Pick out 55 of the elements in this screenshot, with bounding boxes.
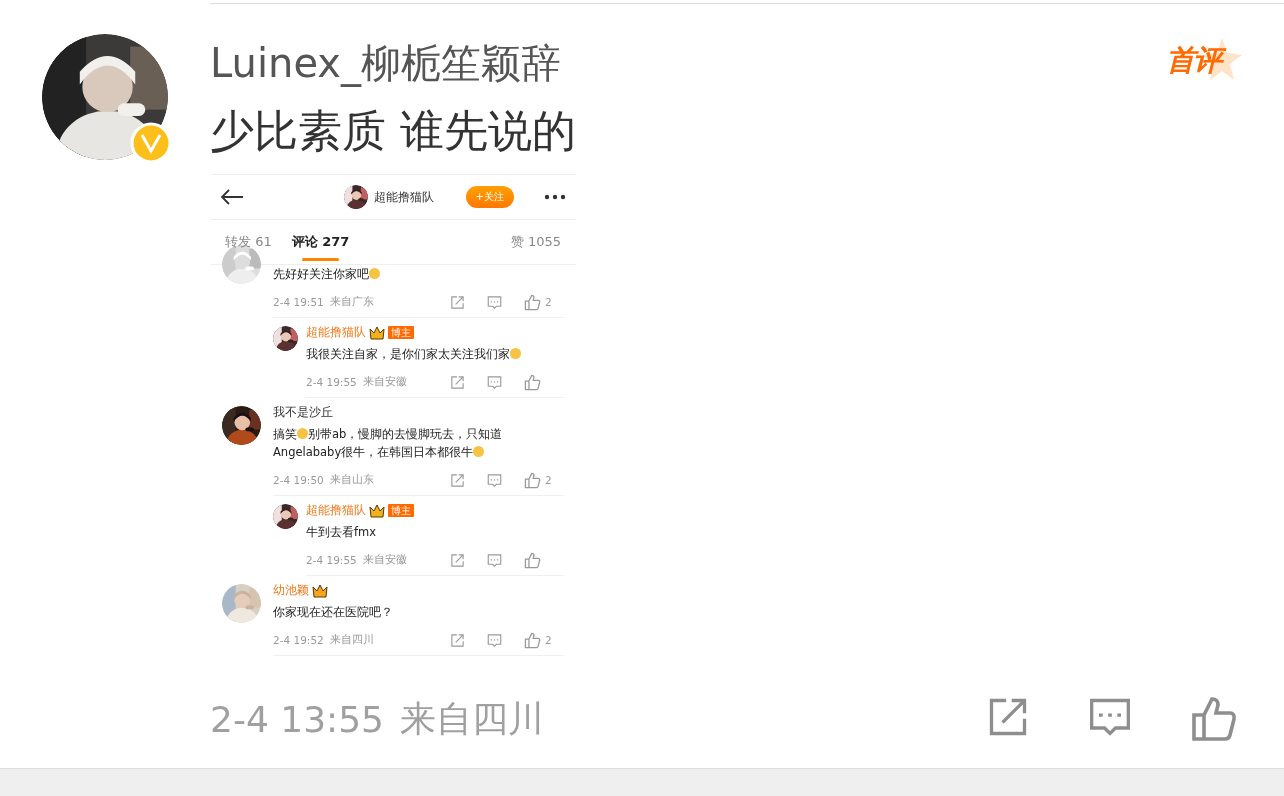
location-text: 来自广东 xyxy=(329,295,374,309)
role-badge: 博主 xyxy=(388,326,414,339)
emoji-icon xyxy=(369,268,380,279)
timestamp: 2-4 19:51 xyxy=(273,296,324,308)
tab[interactable]: 转发 61 xyxy=(225,220,272,264)
like-icon[interactable] xyxy=(524,471,541,489)
timestamp: 2-4 19:55 xyxy=(306,554,357,566)
tab[interactable]: 评论 277 xyxy=(291,220,350,264)
like-icon[interactable] xyxy=(524,293,541,311)
like-count: 2 xyxy=(545,296,552,308)
user-name[interactable]: 超能撸猫队 xyxy=(306,502,366,519)
emoji-icon xyxy=(510,348,521,359)
like-icon[interactable] xyxy=(524,631,541,649)
comment-text: 你家现在还在医院吧？ xyxy=(273,604,394,621)
location-text: 来自安徽 xyxy=(362,553,407,567)
location-text: 来自山东 xyxy=(329,473,374,487)
comment-icon[interactable] xyxy=(487,294,502,310)
user-name[interactable]: 超能撸猫队 xyxy=(306,324,366,341)
comment-text: 先好好关注你家吧 xyxy=(273,265,564,283)
like-count: 2 xyxy=(545,634,552,646)
like-icon[interactable] xyxy=(524,551,541,569)
back-arrow-icon[interactable] xyxy=(220,189,244,205)
user-name[interactable]: Luinex_柳栀笙颖辞 xyxy=(210,36,561,90)
like-icon[interactable] xyxy=(1190,695,1238,743)
share-icon[interactable] xyxy=(450,294,465,310)
comment-icon[interactable] xyxy=(487,472,502,488)
follow-button[interactable]: +关注 xyxy=(465,186,514,208)
share-icon[interactable] xyxy=(450,552,465,568)
emoji-icon xyxy=(297,428,308,439)
location-text: 来自四川 xyxy=(400,696,544,741)
comment-text: 我很关注自家，是你们家太关注我们家 xyxy=(306,345,564,363)
share-icon[interactable] xyxy=(450,632,465,648)
more-icon[interactable] xyxy=(544,194,566,200)
user-name[interactable]: 我不是沙丘 xyxy=(273,404,333,421)
timestamp: 2-4 19:55 xyxy=(306,376,357,388)
share-icon[interactable] xyxy=(450,472,465,488)
share-icon[interactable] xyxy=(450,374,465,390)
user-name[interactable]: 幼池颖 xyxy=(273,582,309,599)
like-count: 2 xyxy=(545,474,552,486)
account-name[interactable]: 超能撸猫队 xyxy=(374,188,434,206)
comment-text: 牛到去看fmx xyxy=(306,524,378,541)
comment-icon[interactable] xyxy=(487,632,502,648)
comment-icon[interactable] xyxy=(487,374,502,390)
like-icon[interactable] xyxy=(524,373,541,391)
timestamp: 2-4 19:52 xyxy=(273,634,324,646)
comment-text: 少比素质 谁先说的 xyxy=(210,104,577,158)
timestamp: 2-4 13:55 xyxy=(210,698,384,740)
tab[interactable]: 赞 1055 xyxy=(510,220,561,264)
comment-icon[interactable] xyxy=(487,552,502,568)
location-text: 来自安徽 xyxy=(362,375,407,389)
location-text: 来自四川 xyxy=(329,633,374,647)
timestamp: 2-4 19:50 xyxy=(273,474,324,486)
emoji-icon xyxy=(473,446,485,457)
comment-text: 搞笑 别带ab，慢脚的去慢脚玩去，只知道Angelababy很牛，在韩国日本都很牛 xyxy=(273,426,504,461)
role-badge: 博主 xyxy=(388,504,414,517)
